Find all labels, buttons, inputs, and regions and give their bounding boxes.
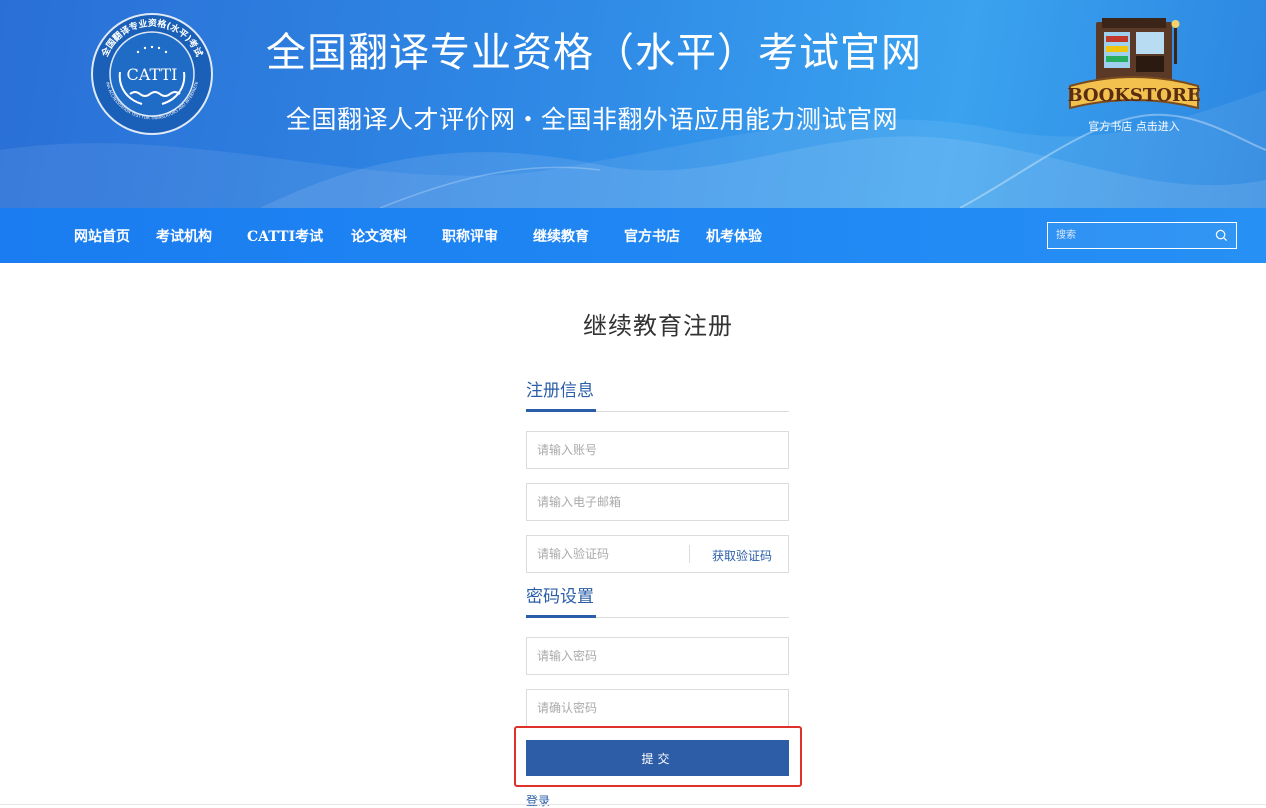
section-register-info: 注册信息: [526, 381, 789, 412]
bookstore-caption[interactable]: 官方书店 点击进入: [1066, 118, 1202, 134]
account-field: [526, 431, 789, 469]
site-subtitle: 全国翻译人才评价网・全国非翻外语应用能力测试官网: [286, 105, 899, 134]
section-register-label: 注册信息: [526, 381, 596, 412]
nav-item-bookstore[interactable]: 官方书店: [624, 226, 680, 246]
nav-item-catti[interactable]: CATTI考试: [247, 226, 323, 246]
nav-item-exam-org[interactable]: 考试机构: [156, 226, 212, 246]
login-link[interactable]: 登录: [526, 792, 550, 808]
bookstore-icon: BOOKSTORE: [1067, 18, 1201, 110]
nav-item-title-review[interactable]: 职称评审: [442, 226, 498, 246]
page-bottom-divider: [0, 804, 1266, 805]
site-title: 全国翻译专业资格（水平）考试官网: [266, 30, 922, 76]
page-title: 继续教育注册: [583, 312, 733, 340]
search-box: [1047, 222, 1237, 249]
email-input[interactable]: [527, 484, 788, 520]
get-code-button[interactable]: 获取验证码: [712, 547, 772, 564]
section-password-label: 密码设置: [526, 587, 596, 618]
bookstore-entry[interactable]: BOOKSTORE 官方书店 点击进入: [1066, 16, 1202, 140]
section-password-settings: 密码设置: [526, 587, 789, 618]
verification-code-field: 获取验证码: [526, 535, 789, 573]
main-navbar: 网站首页 考试机构 CATTI考试 论文资料 职称评审 继续教育 官方书店 机考…: [0, 208, 1266, 263]
nav-item-cbt-trial[interactable]: 机考体验: [706, 226, 762, 246]
verification-code-input[interactable]: [527, 536, 687, 572]
email-field: [526, 483, 789, 521]
nav-item-home[interactable]: 网站首页: [74, 226, 130, 246]
search-icon[interactable]: [1215, 229, 1228, 242]
submit-button[interactable]: 提交: [526, 740, 789, 776]
nav-item-continuing-edu[interactable]: 继续教育: [533, 226, 589, 246]
confirm-password-input[interactable]: [527, 690, 788, 726]
bookstore-sign-text: BOOKSTORE: [1067, 85, 1200, 106]
password-input[interactable]: [527, 638, 788, 674]
search-input[interactable]: [1048, 223, 1208, 248]
nav-item-papers[interactable]: 论文资料: [351, 226, 407, 246]
code-divider: [689, 545, 690, 563]
catti-logo[interactable]: 全国翻译专业资格(水平)考试 CHINA ACCREDITATION TEST …: [90, 12, 214, 136]
logo-center-text: CATTI: [127, 65, 178, 84]
header-banner: 全国翻译专业资格(水平)考试 CHINA ACCREDITATION TEST …: [0, 0, 1266, 208]
confirm-password-field: [526, 689, 789, 727]
account-input[interactable]: [527, 432, 788, 468]
password-field: [526, 637, 789, 675]
